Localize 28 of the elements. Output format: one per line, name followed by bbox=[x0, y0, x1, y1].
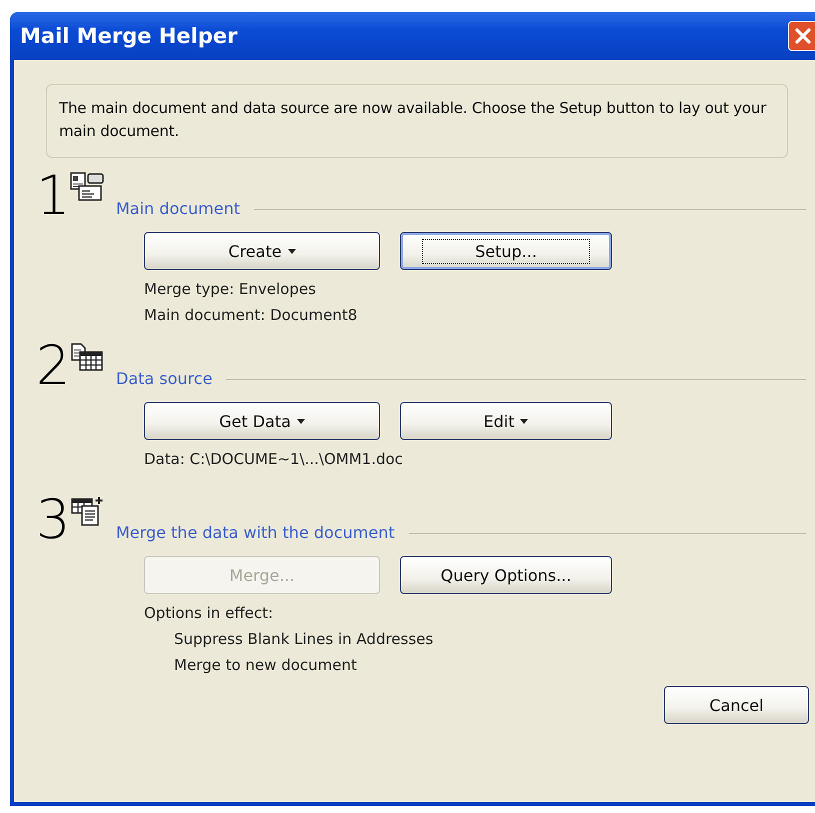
dialog-button[interactable]: Setup... bbox=[400, 232, 612, 270]
info-text: Main document: Document8 bbox=[144, 305, 358, 326]
dialog-button[interactable]: Get Data bbox=[144, 402, 380, 440]
caret-icon bbox=[296, 418, 305, 424]
info-text: Merge type: Envelopes bbox=[144, 279, 317, 300]
step-number: 1 bbox=[36, 170, 66, 222]
step-number: 2 bbox=[36, 340, 66, 392]
caret-icon bbox=[520, 418, 528, 424]
close-icon bbox=[793, 26, 813, 46]
close-button[interactable] bbox=[788, 21, 815, 51]
section-heading: Merge the data with the document bbox=[116, 523, 395, 542]
info-text: Data: C:\DOCUME~1\...\OMM1.doc bbox=[144, 449, 404, 470]
document-table-icon bbox=[70, 342, 104, 372]
intro-text: The main document and data source are now available. Choose the Setup button to lay out your main document. bbox=[59, 98, 768, 142]
info-text: Suppress Blank Lines in Addresses bbox=[174, 629, 434, 650]
table-document-icon bbox=[70, 496, 104, 526]
section-heading: Data source bbox=[116, 369, 212, 388]
cancel-button[interactable]: Cancel bbox=[664, 686, 809, 724]
caret-icon bbox=[288, 248, 296, 254]
dialog-button[interactable]: Query Options... bbox=[400, 556, 612, 594]
dialog-button[interactable]: Edit bbox=[400, 402, 612, 440]
info-text: Merge to new document bbox=[174, 655, 358, 676]
document-envelope-icon bbox=[70, 172, 104, 202]
dialog-button[interactable]: Create bbox=[144, 232, 380, 270]
section-heading: Main document bbox=[116, 199, 240, 218]
info-text: Options in effect: bbox=[144, 603, 274, 624]
window-title: Mail Merge Helper bbox=[20, 24, 238, 48]
step-number: 3 bbox=[36, 494, 66, 546]
